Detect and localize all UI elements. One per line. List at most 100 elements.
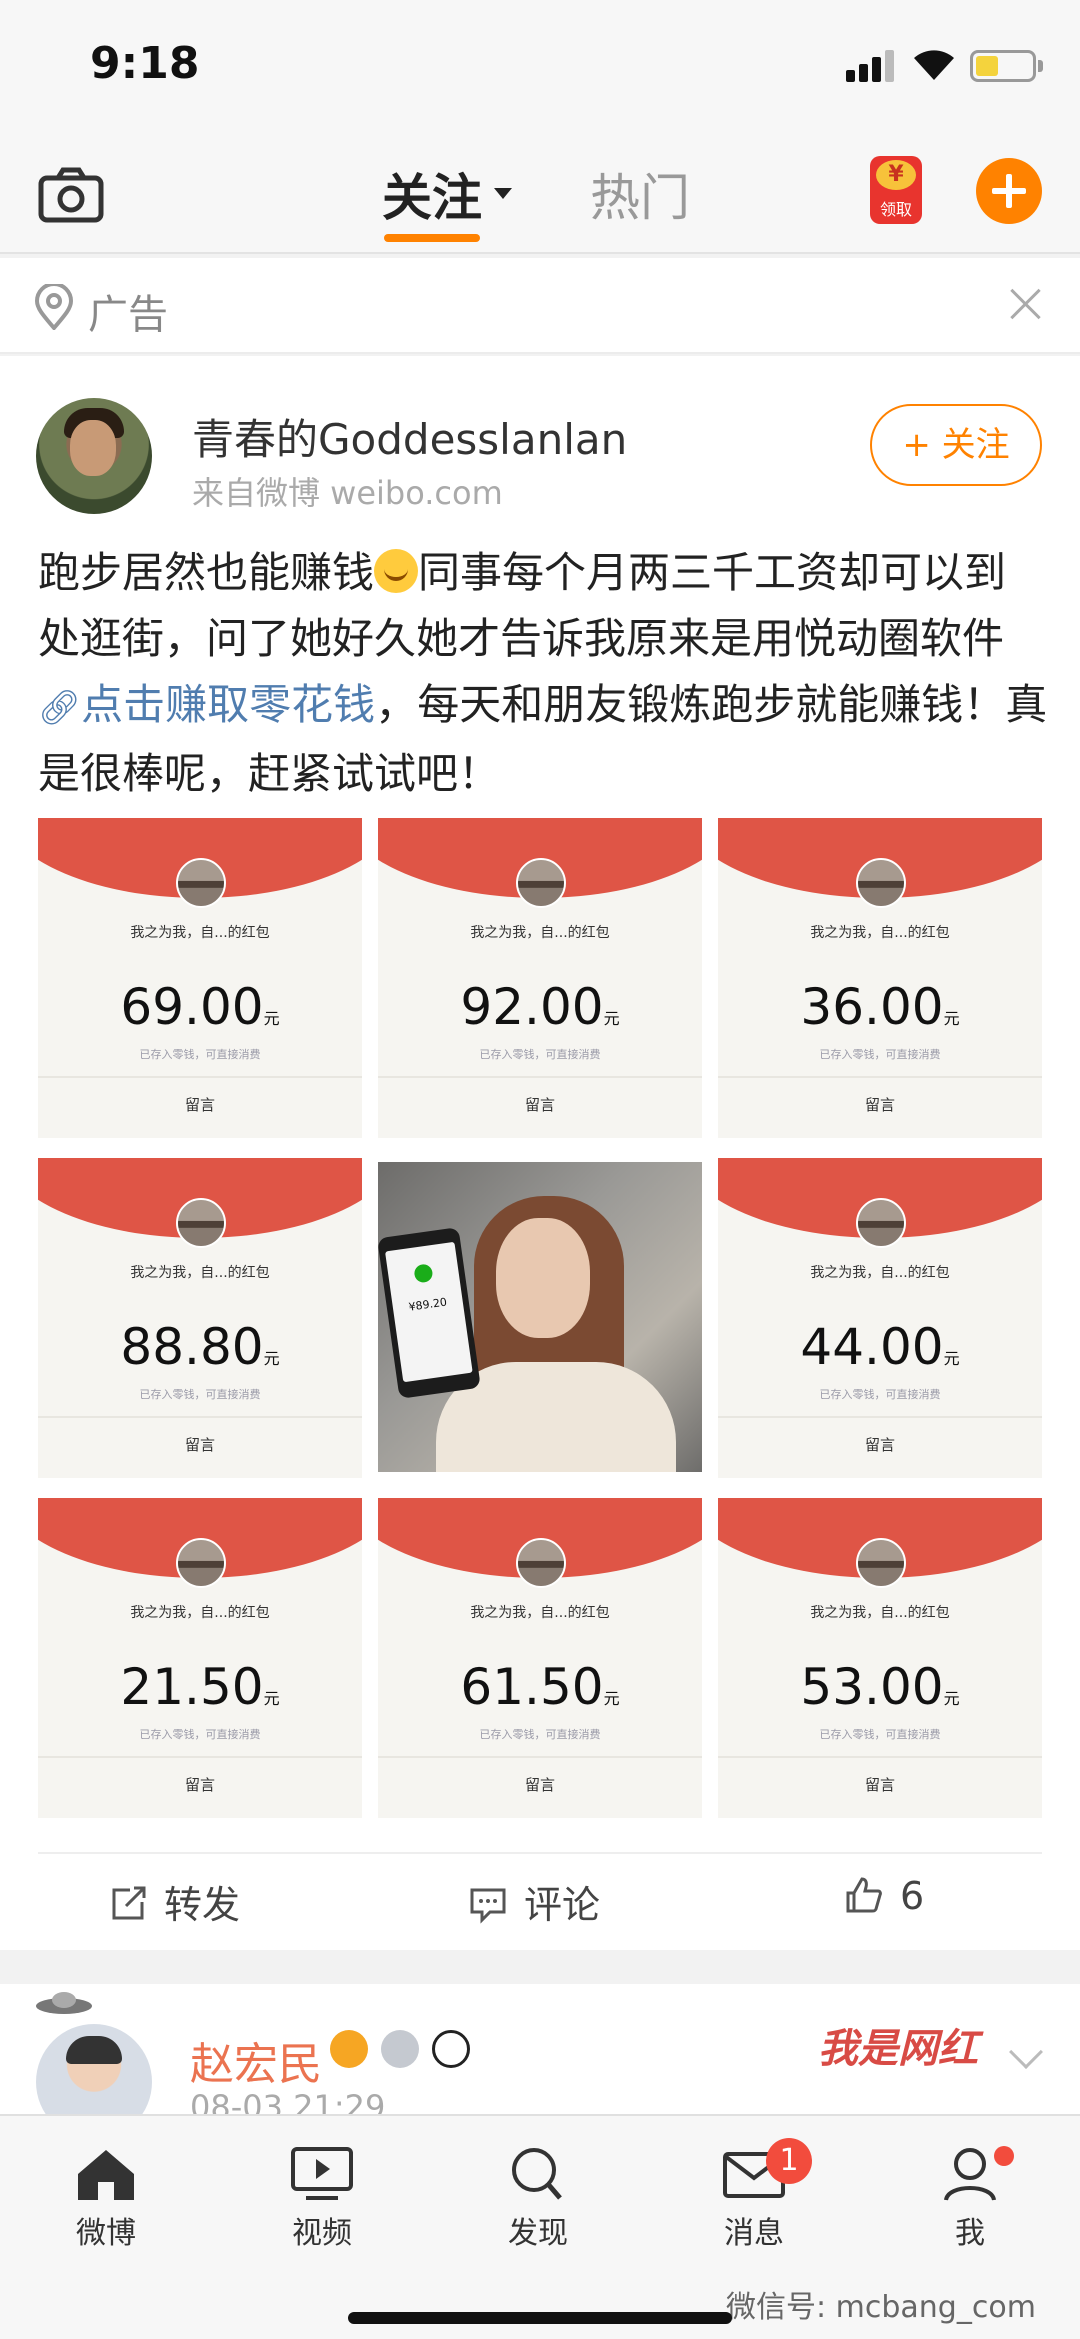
location-pin-icon: [34, 284, 74, 330]
redpack-amount: 53.00元: [718, 1658, 1042, 1716]
comment-button[interactable]: 评论: [468, 1874, 600, 1929]
redpack-image[interactable]: 我之为我，自...的红包 92.00元 已存入零钱，可直接消费 留言: [378, 818, 702, 1138]
tab-hot[interactable]: 热门: [590, 158, 690, 230]
follow-button[interactable]: + 关注: [870, 404, 1042, 486]
video-icon: [291, 2147, 353, 2200]
notification-dot: [994, 2146, 1014, 2166]
redpack-sender: 我之为我，自...的红包: [810, 1605, 950, 1621]
redpack-amount-value: 88.80: [120, 1318, 264, 1376]
redpack-image[interactable]: 我之为我，自...的红包 21.50元 已存入零钱，可直接消费 留言: [38, 1498, 362, 1818]
redpack-image[interactable]: 我之为我，自...的红包 53.00元 已存入零钱，可直接消费 留言: [718, 1498, 1042, 1818]
redpack-note: 已存入零钱，可直接消费: [819, 1048, 941, 1061]
post-link[interactable]: 点击赚取零花钱: [81, 680, 375, 729]
divider: [718, 1076, 1042, 1078]
redpack-sender: 我之为我，自...的红包: [130, 1265, 270, 1281]
phone-image: ¥89.20: [378, 1227, 481, 1399]
redpack-amount-value: 69.00: [120, 978, 264, 1036]
message-badge: 1: [766, 2138, 812, 2184]
divider: [378, 1756, 702, 1758]
tab-label: 发现: [508, 2216, 568, 2251]
thumbs-up-icon: [846, 1877, 882, 1913]
divider: [718, 1756, 1042, 1758]
cell-signal-icon: [846, 48, 898, 82]
comment-icon: [470, 1888, 506, 1924]
home-icon: [78, 2150, 134, 2200]
redpack-unit: 元: [263, 1689, 280, 1708]
crown-icon: [330, 2030, 368, 2068]
link-icon[interactable]: 🔗︎: [38, 688, 81, 728]
post-text-part1: 跑步居然也能赚钱: [38, 548, 375, 597]
redpack-amount: 61.50元: [378, 1658, 702, 1716]
redpack-amount: 36.00元: [718, 978, 1042, 1036]
user-badges: [330, 2030, 478, 2068]
repost-label: 转发: [164, 1883, 241, 1927]
active-tab-indicator: [384, 234, 480, 242]
redpack-amount-value: 92.00: [460, 978, 604, 1036]
redpack-amount: 44.00元: [718, 1318, 1042, 1376]
search-icon: [512, 2148, 562, 2200]
avatar: [856, 1198, 906, 1248]
redpack-note: 已存入零钱，可直接消费: [479, 1728, 601, 1741]
ad-bar: 广告: [0, 258, 1080, 354]
tab-me[interactable]: 我: [910, 2146, 1030, 2252]
chevron-down-icon[interactable]: [1009, 2035, 1043, 2069]
redpack-sender: 我之为我，自...的红包: [810, 925, 950, 941]
divider: [38, 1076, 362, 1078]
like-count: 6: [900, 1874, 925, 1918]
redpack-note: 已存入零钱，可直接消费: [479, 1048, 601, 1061]
redpack-image[interactable]: 我之为我，自...的红包 44.00元 已存入零钱，可直接消费 留言: [718, 1158, 1042, 1478]
emoji-icon: [374, 549, 419, 593]
panda-icon: [432, 2030, 471, 2068]
divider: [378, 1076, 702, 1078]
bottom-tab-bar: 微博 视频 发现 消息 1 我 微信号: mcbang_com: [0, 2114, 1080, 2339]
post-actions: 转发 评论 6: [38, 1852, 1042, 1950]
top-nav: 关注 热门 ¥ 领取: [0, 140, 1080, 254]
avatar: [856, 858, 906, 908]
redpack-claim-button[interactable]: ¥ 领取: [870, 156, 922, 224]
avatar: [176, 1538, 226, 1588]
watermark-logo: 我是网红: [818, 2026, 978, 2072]
redpack-image[interactable]: 我之为我，自...的红包 61.50元 已存入零钱，可直接消费 留言: [378, 1498, 702, 1818]
redpack-note: 已存入零钱，可直接消费: [139, 1048, 261, 1061]
tab-weibo[interactable]: 微博: [46, 2146, 166, 2252]
redpack-unit: 元: [943, 1349, 960, 1368]
profile-icon: [944, 2148, 996, 2201]
chevron-down-icon[interactable]: [494, 188, 512, 199]
redpack-amount-value: 21.50: [120, 1658, 264, 1716]
promo-photo[interactable]: ¥89.20: [378, 1162, 702, 1472]
redpack-unit: 元: [603, 1689, 620, 1708]
redpack-note: 已存入零钱，可直接消费: [819, 1728, 941, 1741]
redpack-message: 留言: [184, 1096, 215, 1114]
avatar: [516, 1538, 566, 1588]
divider: [38, 1416, 362, 1418]
like-button[interactable]: 6: [844, 1874, 924, 1918]
redpack-amount-value: 44.00: [800, 1318, 944, 1376]
redpack-unit: 元: [263, 1349, 280, 1368]
close-icon[interactable]: [1010, 288, 1042, 320]
author-name[interactable]: 青春的Goddesslanlan: [192, 406, 627, 467]
avatar[interactable]: [36, 398, 152, 514]
compose-plus-button[interactable]: [976, 158, 1042, 224]
redpack-claim-label: 领取: [879, 200, 912, 219]
redpack-image[interactable]: 我之为我，自...的红包 36.00元 已存入零钱，可直接消费 留言: [718, 818, 1042, 1138]
tab-discover[interactable]: 发现: [478, 2146, 598, 2252]
redpack-image[interactable]: 我之为我，自...的红包 88.80元 已存入零钱，可直接消费 留言: [38, 1158, 362, 1478]
avatar[interactable]: [36, 2024, 152, 2114]
redpack-image[interactable]: 我之为我，自...的红包 69.00元 已存入零钱，可直接消费 留言: [38, 818, 362, 1138]
redpack-sender: 我之为我，自...的红包: [130, 925, 270, 941]
tab-video[interactable]: 视频: [262, 2146, 382, 2252]
ad-label: 广告: [88, 292, 168, 338]
author-name[interactable]: 赵宏民: [190, 2028, 322, 2092]
camera-icon[interactable]: [38, 166, 104, 224]
battery-tip: [1038, 60, 1043, 72]
tab-follow[interactable]: 关注: [382, 158, 482, 230]
redpack-sender: 我之为我，自...的红包: [130, 1605, 270, 1621]
tab-label: 视频: [292, 2216, 352, 2251]
redpack-sender: 我之为我，自...的红包: [810, 1265, 950, 1281]
tab-messages[interactable]: 消息 1: [694, 2138, 814, 2252]
repost-button[interactable]: 转发: [108, 1874, 240, 1929]
redpack-message: 留言: [524, 1096, 555, 1114]
redpack-amount-value: 61.50: [460, 1658, 604, 1716]
coin-icon: ¥: [876, 160, 916, 190]
avatar: [176, 1198, 226, 1248]
